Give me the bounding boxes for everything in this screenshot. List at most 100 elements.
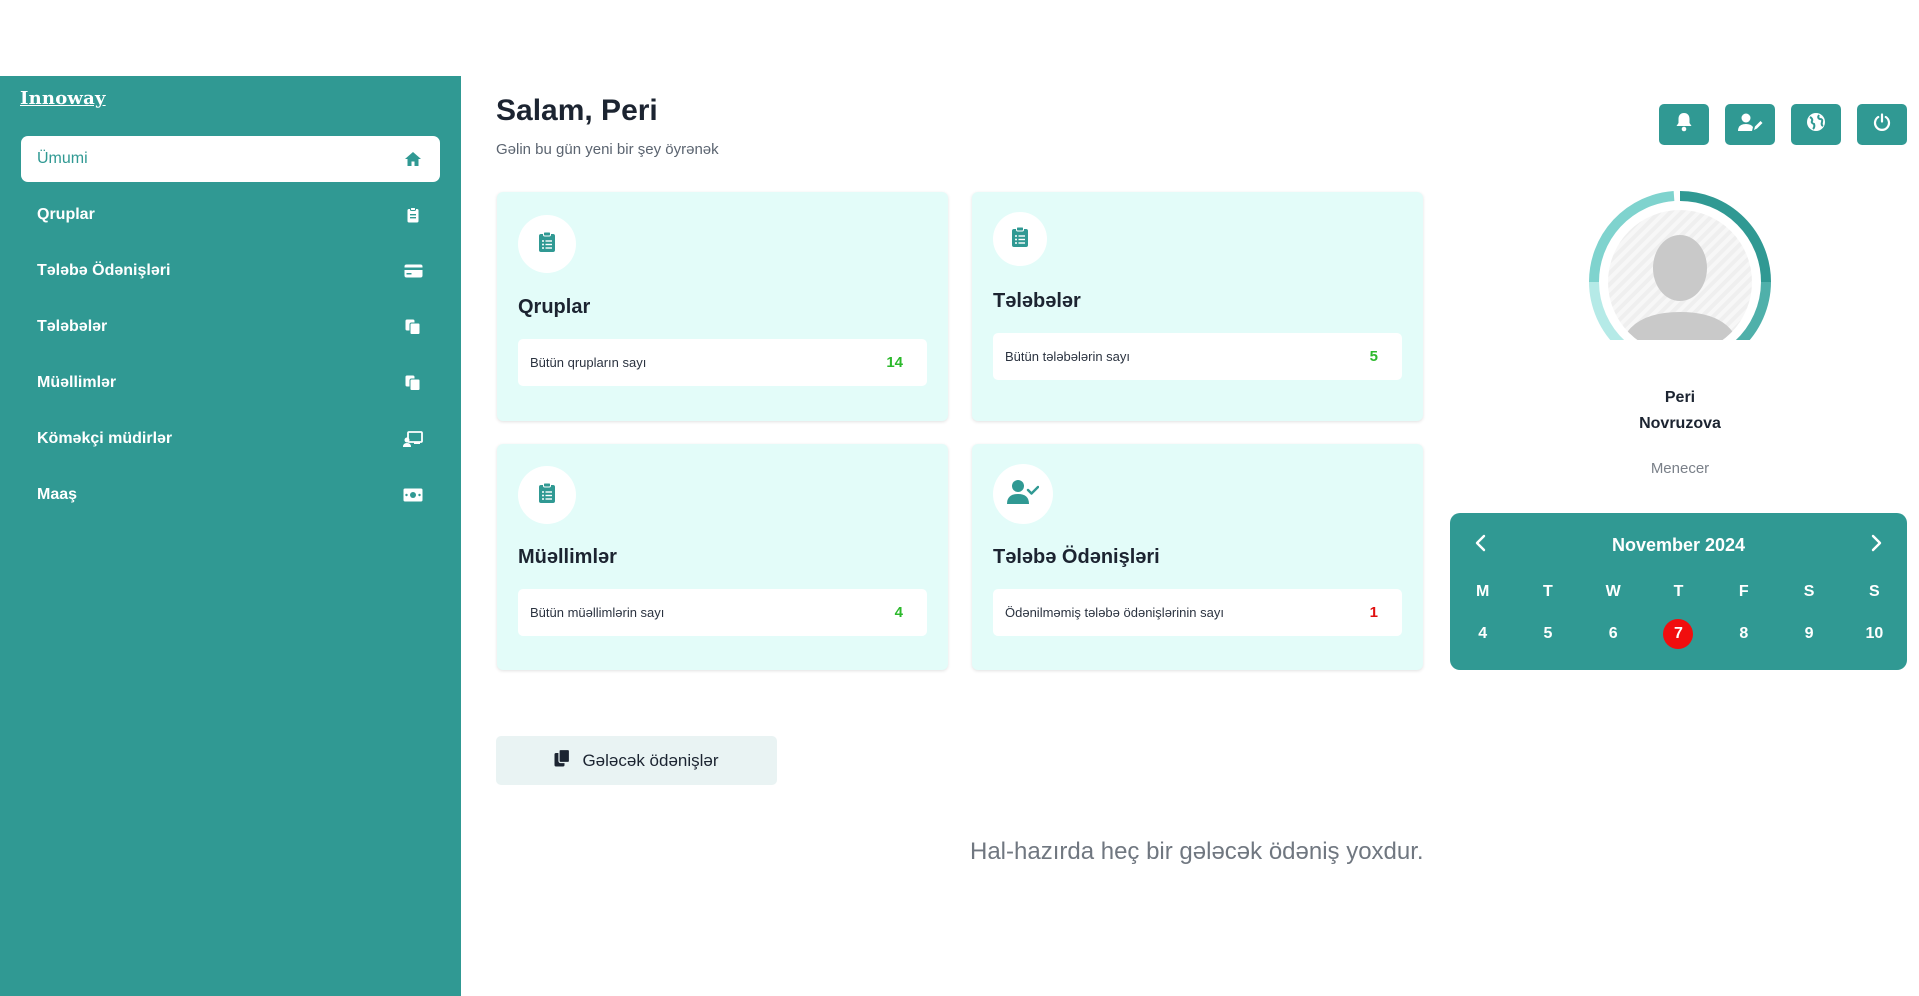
card-title: Müəllimlər [518, 546, 617, 568]
profile-role: Menecer [1650, 460, 1710, 477]
day-number: 7 [1663, 619, 1694, 649]
clipboard-list-icon [1011, 226, 1029, 253]
copy-icon [554, 748, 571, 772]
calendar-day[interactable]: 8 [1711, 617, 1776, 651]
card-stat-value: 4 [894, 604, 903, 621]
calendar-day[interactable]: 5 [1515, 617, 1580, 651]
clipboard-icon [402, 204, 424, 226]
weekday-label: T [1543, 583, 1553, 600]
card-stat-row: Bütün müəllimlərin sayı 4 [518, 589, 927, 636]
card-stat-row: Ödənilməmiş tələbə ödənişlərinin sayı 1 [993, 589, 1402, 636]
card-icon [518, 215, 576, 273]
upcoming-payments-button[interactable]: Gələcək ödənişlər [496, 736, 777, 785]
globe-icon [1806, 112, 1826, 137]
card-stat-row: Bütün tələbələrin sayı 5 [993, 333, 1402, 380]
brand-logo[interactable]: Innoway [20, 88, 106, 109]
sidebar-item-maas[interactable]: Maaş [21, 472, 440, 518]
sidebar-item-label: Müəllimlər [37, 374, 117, 391]
sidebar-item-telebeler[interactable]: Tələbələr [21, 304, 440, 350]
user-check-icon [1007, 479, 1040, 510]
card-stat-label: Bütün müəllimlərin sayı [530, 605, 665, 620]
calendar-weekdays: M T W T F S S [1450, 575, 1907, 609]
money-bill-icon [402, 484, 424, 506]
calendar-day[interactable]: 10 [1842, 617, 1907, 651]
card-icon [993, 464, 1053, 524]
bell-icon [1675, 112, 1693, 137]
calendar-day[interactable]: 6 [1581, 617, 1646, 651]
calendar-day[interactable]: 9 [1776, 617, 1841, 651]
sidebar-nav: Ümumi Qruplar Tələbə Ödənişləri Tələbələ… [21, 136, 440, 528]
day-number: 10 [1865, 625, 1884, 642]
profile-last-name: Novruzova [1639, 415, 1721, 432]
prev-month-button[interactable] [1468, 533, 1492, 557]
chalkboard-user-icon [402, 428, 424, 450]
chevron-right-icon [1871, 534, 1883, 557]
day-number: 8 [1739, 625, 1749, 642]
notifications-button[interactable] [1659, 104, 1709, 145]
sidebar-item-label: Maaş [37, 486, 78, 503]
next-month-button[interactable] [1865, 533, 1889, 557]
sidebar-item-telebe-odenisleri[interactable]: Tələbə Ödənişləri [21, 248, 440, 294]
card-title: Tələbələr [993, 290, 1081, 312]
sidebar-item-komekci-mudirler[interactable]: Köməkçi müdirlər [21, 416, 440, 462]
sidebar-item-label: Tələbələr [37, 318, 108, 335]
copy-icon [402, 316, 424, 338]
weekday-label: M [1475, 583, 1490, 600]
profile-first-name: Peri [1664, 389, 1696, 406]
home-icon [402, 148, 424, 170]
card-stat-value: 5 [1369, 348, 1378, 365]
calendar-month: November 2024 [1611, 534, 1746, 555]
sidebar-item-label: Ümumi [37, 150, 88, 167]
credit-card-icon [402, 260, 424, 282]
card-icon [518, 466, 576, 524]
clipboard-list-icon [538, 231, 556, 258]
card-student-payments[interactable]: Tələbə Ödənişləri Ödənilməmiş tələbə ödə… [972, 444, 1423, 670]
card-stat-row: Bütün qrupların sayı 14 [518, 339, 927, 386]
clipboard-list-icon [538, 482, 556, 509]
day-number: 6 [1608, 625, 1618, 642]
sidebar-item-label: Tələbə Ödənişləri [37, 262, 171, 279]
day-number: 4 [1478, 625, 1488, 642]
weekday-label: S [1869, 583, 1880, 600]
weekday-label: S [1803, 583, 1815, 600]
logout-button[interactable] [1857, 104, 1907, 145]
calendar-header: November 2024 [1450, 533, 1907, 557]
page-subtitle: Gəlin bu gün yeni bir şey öyrənək [496, 141, 719, 158]
chevron-left-icon [1474, 534, 1486, 557]
card-students[interactable]: Tələbələr Bütün tələbələrin sayı 5 [972, 192, 1423, 421]
card-teachers[interactable]: Müəllimlər Bütün müəllimlərin sayı 4 [497, 444, 948, 670]
sidebar-item-umumi[interactable]: Ümumi [21, 136, 440, 182]
calendar-day-today[interactable]: 7 [1646, 617, 1711, 651]
card-groups[interactable]: Qruplar Bütün qrupların sayı 14 [497, 192, 948, 421]
weekday-label: W [1605, 583, 1621, 600]
weekday-label: F [1738, 583, 1749, 600]
sidebar-item-muellimler[interactable]: Müəllimlər [21, 360, 440, 406]
sidebar-item-label: Qruplar [37, 206, 95, 223]
card-stat-label: Bütün qrupların sayı [530, 355, 647, 370]
empty-state-message: Hal-hazırda heç bir gələcək ödəniş yoxdu… [970, 838, 1424, 865]
card-stat-label: Ödənilməmiş tələbə ödənişlərinin sayı [1005, 605, 1224, 620]
sidebar: Innoway Ümumi Qruplar Tələbə Ödənişləri … [0, 76, 461, 996]
user-edit-icon [1737, 112, 1763, 137]
calendar-days: 4 5 6 7 8 9 10 [1450, 617, 1907, 651]
sidebar-item-qruplar[interactable]: Qruplar [21, 192, 440, 238]
page-title: Salam, Peri [496, 94, 658, 127]
card-stat-value: 1 [1369, 604, 1378, 621]
power-icon [1873, 113, 1891, 136]
language-button[interactable] [1791, 104, 1841, 145]
day-number: 5 [1543, 625, 1553, 642]
edit-profile-button[interactable] [1725, 104, 1775, 145]
avatar [1588, 190, 1772, 374]
card-title: Qruplar [518, 296, 591, 318]
header-actions [1659, 104, 1907, 145]
card-title: Tələbə Ödənişləri [993, 546, 1160, 568]
day-number: 9 [1804, 625, 1814, 642]
card-icon [993, 212, 1047, 266]
card-stat-value: 14 [886, 354, 903, 371]
calendar: November 2024 M T W T F S S 4 5 6 7 8 9 … [1450, 513, 1907, 670]
calendar-day[interactable]: 4 [1450, 617, 1515, 651]
card-stat-label: Bütün tələbələrin sayı [1005, 349, 1131, 364]
copy-icon [402, 372, 424, 394]
sidebar-item-label: Köməkçi müdirlər [37, 430, 173, 447]
weekday-label: T [1673, 583, 1684, 600]
